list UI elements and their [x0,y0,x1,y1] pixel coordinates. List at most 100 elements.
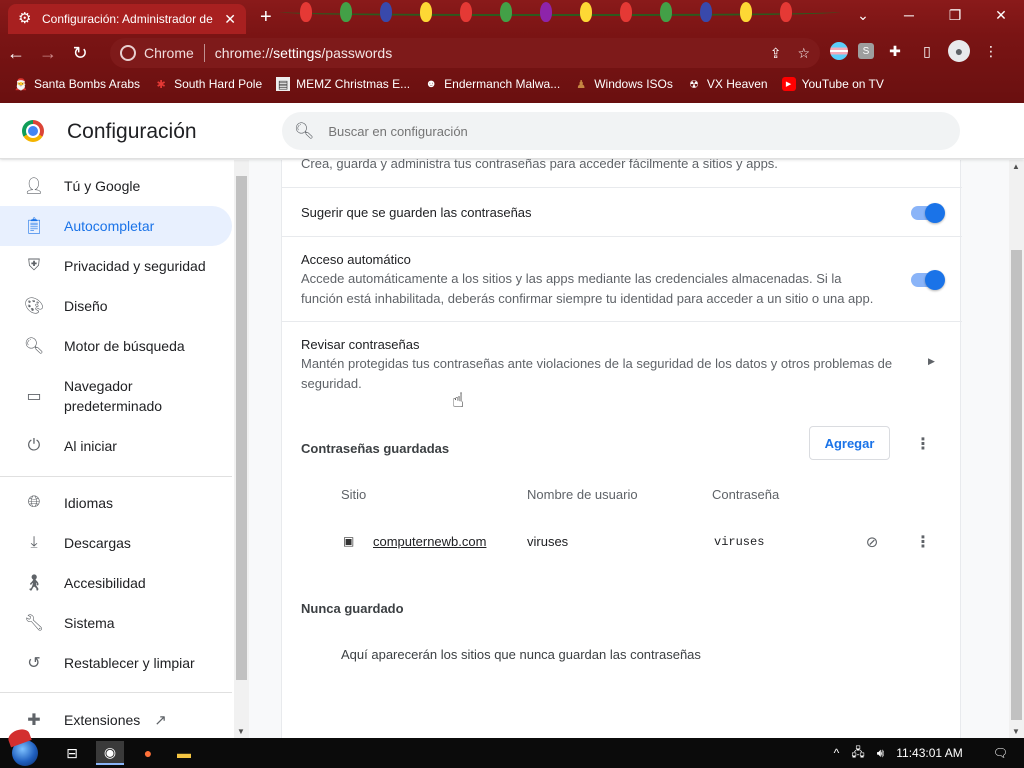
hide-password-icon[interactable]: ⊘ [862,532,882,552]
puzzle-icon: ✚ [27,712,41,729]
flag-extension-icon[interactable] [830,42,848,60]
settings-header: Configuración 🔍︎ [0,103,1024,159]
sidebar-item-search-engine[interactable]: 🔍︎ Motor de búsqueda [0,326,232,366]
start-button[interactable] [6,726,44,768]
sidebar-item-on-startup[interactable]: ⏻ Al iniciar [0,426,232,466]
column-header-password: Contraseña [712,487,780,502]
hand-cursor-icon: ☝ [452,390,465,412]
bookmark-item[interactable]: ▤ MEMZ Christmas E... [276,77,410,91]
address-bar[interactable]: Chrome chrome://settings/passwords ⇪ ☆ [110,38,820,68]
bookmark-star-icon[interactable]: ☆ [797,45,810,62]
restore-button[interactable]: ❐ [932,0,978,30]
check-passwords-description: Mantén protegidas tus contraseñas ante v… [301,356,893,391]
s-extension-icon[interactable]: S [858,43,874,59]
site-favicon-icon: ▣ [343,534,355,548]
sidebar-item-languages[interactable]: 🌐︎ Idiomas [0,483,232,523]
taskbar-chrome-icon[interactable]: ◉ [96,741,124,765]
sidebar-item-system[interactable]: 🔧︎ Sistema [0,603,232,643]
raccoon-icon: ☻ [425,78,437,90]
sidebar-item-accessibility[interactable]: 🚶︎ Accesibilidad [0,563,232,603]
browser-menu-icon[interactable]: ⋮ [980,40,1002,62]
volume-icon[interactable]: 🔊︎ [877,746,885,761]
sidebar-item-extensions[interactable]: ✚ Extensiones ↗ [0,700,232,740]
window-controls: ⌄ ─ ❐ ✕ [840,0,1024,30]
task-view-icon[interactable]: ⊟ [58,741,86,765]
offer-save-toggle[interactable] [911,203,945,223]
check-passwords-label: Revisar contraseñas [301,337,420,352]
reload-button[interactable]: ↻ [64,37,96,69]
omnibox-chip: Chrome [144,45,194,61]
system-tray: ^ 🖧︎ 🔊︎ 11:43:01 AM 🗨︎ [828,738,1024,768]
bookmark-item[interactable]: ✱ South Hard Pole [154,77,262,91]
puzzle-extensions-icon[interactable]: ✚ [884,40,906,62]
sidebar-item-downloads[interactable]: ⤓ Descargas [0,523,232,563]
bookmark-item[interactable]: ♟ Windows ISOs [574,77,673,91]
saved-password: viruses [714,535,765,549]
sidebar-item-autofill[interactable]: 📋︎ Autocompletar [0,206,232,246]
auto-signin-row: Acceso automático Accede automáticamente… [282,236,962,322]
restore-icon: ↺ [27,655,41,672]
clock[interactable]: 11:43:01 AM [896,746,963,760]
add-password-button[interactable]: Agregar [809,426,890,460]
palette-icon: 🎨︎ [23,298,45,315]
back-button[interactable]: ← [0,37,32,69]
bookmarks-bar: 🎅 Santa Bombs Arabs ✱ South Hard Pole ▤ MEM… [0,72,1024,96]
bookmark-item[interactable]: ▶ YouTube on TV [781,77,884,91]
passwords-card: Crea, guarda y administra tus contraseña… [281,156,962,738]
snowflake-icon: ✱ [156,78,166,91]
auto-signin-toggle[interactable] [911,270,945,290]
chrome-logo-icon [22,120,44,142]
tab-title: Configuración: Administrador de [42,12,213,26]
column-header-site: Sitio [341,487,367,502]
row-menu-icon[interactable]: ⋮ [913,532,933,552]
settings-search[interactable]: 🔍︎ [282,112,960,150]
minimize-button[interactable]: ─ [886,0,932,30]
close-window-button[interactable]: ✕ [978,0,1024,30]
accessibility-icon: 🚶︎ [23,575,45,592]
search-input[interactable] [328,123,929,139]
side-panel-icon[interactable]: ▯ [916,40,938,62]
page-title: Configuración [67,120,197,143]
sidebar-item-you-and-google[interactable]: 👤︎ Tú y Google [0,166,232,206]
bookmark-item[interactable]: ☢ VX Heaven [687,77,768,91]
search-icon: 🔍︎ [294,123,315,140]
share-icon[interactable]: ⇪ [770,45,782,62]
taskbar-firefox-icon[interactable]: ● [134,741,162,765]
bookmark-item[interactable]: ☻ Endermanch Malwa... [424,77,560,91]
profile-avatar[interactable]: ● [948,40,970,62]
notifications-icon[interactable]: 🗨︎ [993,746,1008,760]
sidebar-item-default-browser[interactable]: ▭ Navegador predeterminado [0,366,232,426]
wrench-icon: 🔧︎ [23,615,45,632]
external-link-icon: ↗ [154,712,167,729]
close-tab-icon[interactable]: ✕ [224,11,236,28]
memz-icon: ▤ [276,77,291,91]
saved-passwords-menu-icon[interactable]: ⋮ [913,434,933,454]
taskbar-file-explorer-icon[interactable]: ▬ [170,741,198,765]
tray-overflow-icon[interactable]: ^ [834,746,840,760]
sidebar-item-privacy[interactable]: ⛨ Privacidad y seguridad [0,246,232,286]
auto-signin-description: Accede automáticamente a los sitios y la… [301,271,874,306]
check-passwords-row[interactable]: Revisar contraseñas Mantén protegidas tu… [282,321,962,403]
sidebar-scrollbar[interactable]: ▼ [234,160,249,738]
sidebar-item-appearance[interactable]: 🎨︎ Diseño [0,286,232,326]
offer-save-row: Sugerir que se guarden las contraseñas [282,187,962,237]
network-icon[interactable]: 🖧︎ [851,743,864,764]
sidebar-item-reset[interactable]: ↺ Restablecer y limpiar [0,643,232,683]
person-icon: 👤︎ [23,178,45,195]
santa-icon: 🎅 [14,78,28,91]
shield-icon: ⛨ [27,257,40,274]
new-tab-button[interactable]: + [260,6,272,29]
page-scrollbar[interactable]: ▲ ▼ [1009,160,1024,738]
chrome-site-icon [120,45,136,61]
bookmark-item[interactable]: 🎅 Santa Bombs Arabs [14,77,140,91]
offer-save-label: Sugerir que se guarden las contraseñas [301,205,532,220]
youtube-icon: ▶ [781,77,796,91]
search-icon: 🔍︎ [23,338,45,355]
tab-search-icon[interactable]: ⌄ [840,0,886,30]
saved-site-link[interactable]: computernewb.com [373,534,486,549]
clipboard-icon: 📋︎ [23,218,45,235]
never-saved-empty-text: Aquí aparecerán los sitios que nunca gua… [341,647,701,662]
saved-username: viruses [527,534,569,549]
tab-settings[interactable]: ⚙ Configuración: Administrador de ✕ [8,4,246,34]
forward-button[interactable]: → [32,37,64,69]
